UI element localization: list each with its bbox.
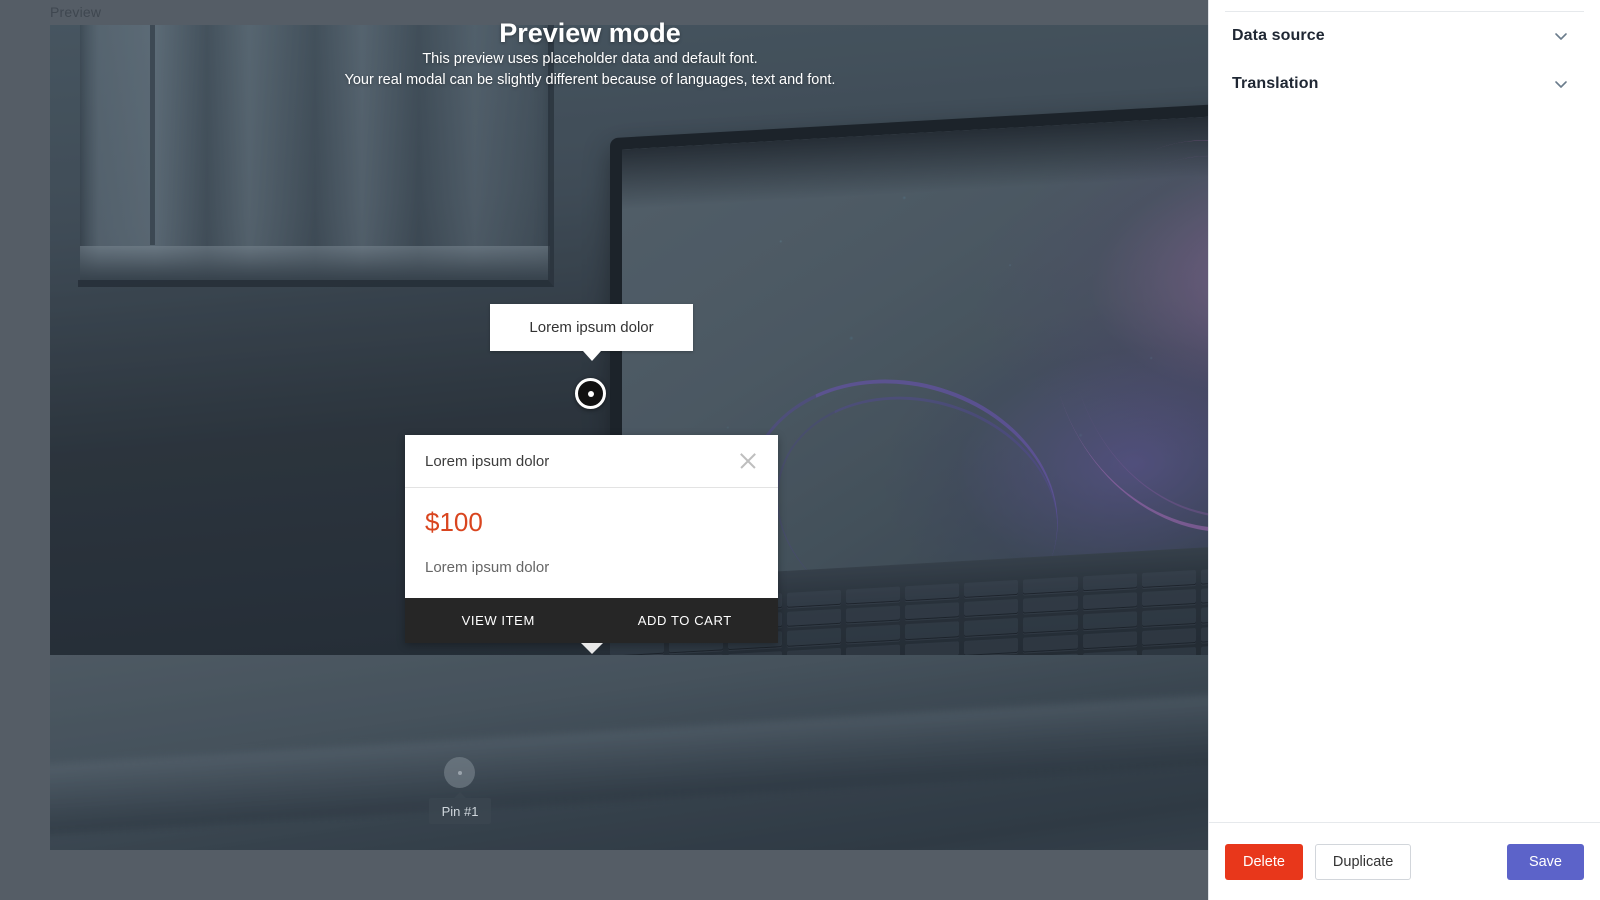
- pin-marker-active[interactable]: [575, 378, 606, 409]
- product-price: $100: [425, 507, 483, 537]
- accordion-data-source[interactable]: Data source: [1209, 12, 1600, 60]
- product-card-actions: VIEW ITEM ADD TO CART: [405, 597, 779, 643]
- chevron-down-icon: [1555, 81, 1567, 88]
- product-card-header: Lorem ipsum dolor: [405, 435, 778, 488]
- product-description: Lorem ipsum dolor: [425, 558, 550, 576]
- pin-tooltip[interactable]: Lorem ipsum dolor: [490, 304, 693, 361]
- accordion-translation-label: Translation: [1232, 75, 1319, 92]
- product-card-body: $100 Lorem ipsum dolor: [405, 488, 778, 598]
- pin-marker-idle[interactable]: [444, 757, 475, 788]
- pin-badge: Pin #1: [429, 792, 491, 824]
- accordion-data-source-label: Data source: [1232, 27, 1325, 44]
- add-to-cart-button[interactable]: ADD TO CART: [592, 598, 779, 643]
- preview-stage: Preview Preview mode This preview uses p…: [0, 0, 1208, 900]
- delete-button[interactable]: Delete: [1225, 843, 1303, 880]
- close-icon[interactable]: [736, 449, 760, 473]
- pin-dot-icon: [457, 770, 462, 775]
- settings-panel: Data source Translation Delete Duplicate…: [1208, 0, 1600, 900]
- view-item-button[interactable]: VIEW ITEM: [405, 598, 592, 643]
- preview-label: Preview: [50, 4, 102, 20]
- product-card: Lorem ipsum dolor $100 Lorem ipsum dolor…: [405, 435, 779, 654]
- save-button[interactable]: Save: [1506, 843, 1584, 880]
- chevron-down-icon: [1555, 33, 1567, 40]
- pin-tooltip-label: Lorem ipsum dolor: [529, 319, 654, 336]
- panel-footer: Delete Duplicate Save: [1209, 822, 1600, 900]
- app-root: Preview Preview mode This preview uses p…: [0, 0, 1600, 900]
- pin-dot-icon: [587, 390, 594, 397]
- product-card-title: Lorem ipsum dolor: [425, 452, 550, 470]
- accordion-translation[interactable]: Translation: [1209, 60, 1600, 108]
- duplicate-button[interactable]: Duplicate: [1314, 843, 1412, 880]
